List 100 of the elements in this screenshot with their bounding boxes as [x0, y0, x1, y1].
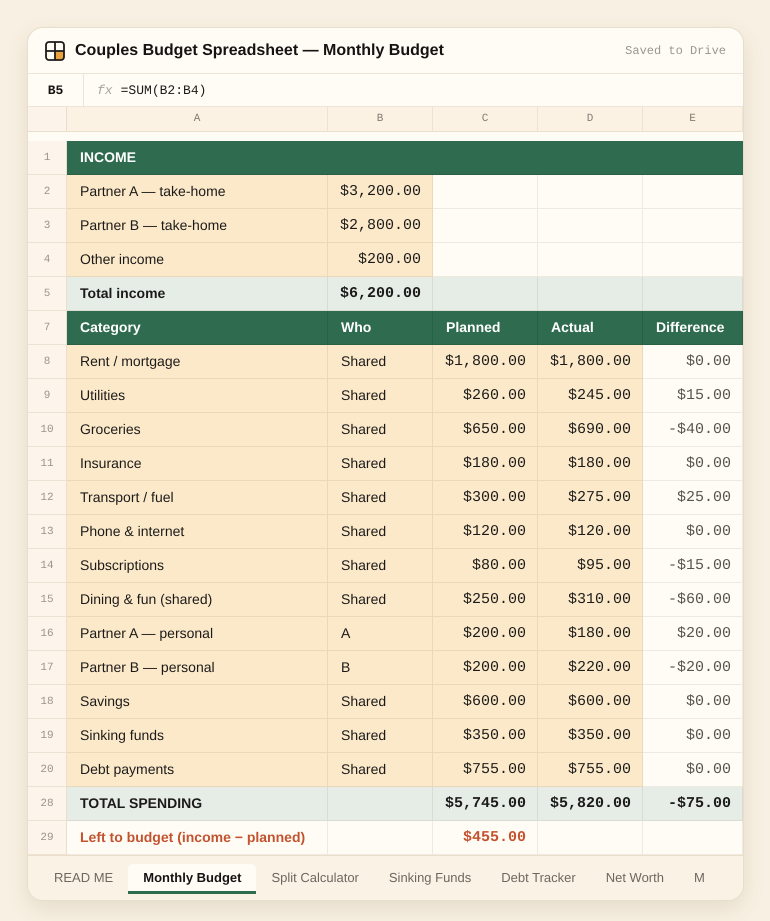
column-label: Planned — [433, 311, 538, 345]
row-number: 16 — [28, 617, 67, 651]
table-cell: $250.00 — [433, 583, 538, 617]
table-cell: Other income — [67, 243, 328, 277]
save-status: Saved to Drive — [625, 44, 726, 58]
row-number: 9 — [28, 379, 67, 413]
table-cell: Partner A — take-home — [67, 175, 328, 209]
table-cell: $200.00 — [328, 243, 433, 277]
table-cell: $200.00 — [433, 651, 538, 685]
column-letter[interactable]: D — [538, 107, 643, 132]
table-cell: $80.00 — [433, 549, 538, 583]
table-cell: $350.00 — [433, 719, 538, 753]
table-cell: Total income — [67, 277, 328, 311]
table-cell: $245.00 — [538, 379, 643, 413]
table-cell: $755.00 — [433, 753, 538, 787]
table-cell: -$75.00 — [643, 787, 743, 821]
table-cell: -$60.00 — [643, 583, 743, 617]
row-number: 8 — [28, 345, 67, 379]
table-cell: Subscriptions — [67, 549, 328, 583]
table-cell: Shared — [328, 549, 433, 583]
column-label: Who — [328, 311, 433, 345]
cell-reference[interactable]: B5 — [28, 74, 84, 106]
table-cell: Shared — [328, 719, 433, 753]
table-cell: $0.00 — [643, 685, 743, 719]
table-cell: $120.00 — [538, 515, 643, 549]
table-cell: $2,800.00 — [328, 209, 433, 243]
sheet-tab[interactable]: READ ME — [39, 864, 128, 894]
table-cell: $275.00 — [538, 481, 643, 515]
row-number: 10 — [28, 413, 67, 447]
table-cell: Insurance — [67, 447, 328, 481]
table-cell: $690.00 — [538, 413, 643, 447]
row-number: 13 — [28, 515, 67, 549]
spreadsheet-icon — [45, 40, 65, 60]
table-cell: $180.00 — [538, 617, 643, 651]
table-cell: $3,200.00 — [328, 175, 433, 209]
table-cell: $20.00 — [643, 617, 743, 651]
table-cell: Savings — [67, 685, 328, 719]
table-cell: $350.00 — [538, 719, 643, 753]
row-number: 18 — [28, 685, 67, 719]
row-number: 1 — [28, 141, 67, 175]
table-cell: Transport / fuel — [67, 481, 328, 515]
table-cell: TOTAL SPENDING — [67, 787, 328, 821]
table-cell: A — [328, 617, 433, 651]
column-letter[interactable]: C — [433, 107, 538, 132]
table-cell: $180.00 — [433, 447, 538, 481]
table-cell: $310.00 — [538, 583, 643, 617]
row-number: 5 — [28, 277, 67, 311]
column-label: Difference — [643, 311, 743, 345]
row-number: 4 — [28, 243, 67, 277]
sheet-tab[interactable]: Sinking Funds — [374, 864, 486, 894]
sheet-tab[interactable]: Net Worth — [590, 864, 679, 894]
table-cell: $0.00 — [643, 515, 743, 549]
table-cell: Partner B — take-home — [67, 209, 328, 243]
table-cell: Sinking funds — [67, 719, 328, 753]
table-cell: $95.00 — [538, 549, 643, 583]
table-cell: Utilities — [67, 379, 328, 413]
sheet-tab[interactable]: Monthly Budget — [128, 864, 256, 894]
table-cell: Partner A — personal — [67, 617, 328, 651]
row-number: 14 — [28, 549, 67, 583]
sheet-tab[interactable]: Split Calculator — [256, 864, 374, 894]
column-letter[interactable]: B — [328, 107, 433, 132]
row-number: 11 — [28, 447, 67, 481]
table-cell: $5,745.00 — [433, 787, 538, 821]
table-cell: $755.00 — [538, 753, 643, 787]
row-number: 29 — [28, 821, 67, 855]
sheet-tab[interactable]: Debt Tracker — [486, 864, 591, 894]
column-label: Actual — [538, 311, 643, 345]
row-number: 2 — [28, 175, 67, 209]
table-cell: $0.00 — [643, 447, 743, 481]
table-cell: Shared — [328, 447, 433, 481]
table-cell: $0.00 — [643, 345, 743, 379]
column-label: Category — [67, 311, 328, 345]
table-cell: $1,800.00 — [433, 345, 538, 379]
table-cell: Shared — [328, 515, 433, 549]
table-cell: $25.00 — [643, 481, 743, 515]
table-cell: Debt payments — [67, 753, 328, 787]
table-cell: $1,800.00 — [538, 345, 643, 379]
section-header: INCOME — [67, 141, 743, 175]
fx-label: fx — [97, 82, 113, 98]
table-cell: Shared — [328, 481, 433, 515]
table-cell: Phone & internet — [67, 515, 328, 549]
formula-text[interactable]: =SUM(B2:B4) — [120, 82, 206, 98]
window-title: Couples Budget Spreadsheet — Monthly Budget — [75, 42, 445, 60]
column-letter[interactable]: A — [67, 107, 328, 132]
row-number: 28 — [28, 787, 67, 821]
row-number: 17 — [28, 651, 67, 685]
row-number: 3 — [28, 209, 67, 243]
table-cell: $600.00 — [538, 685, 643, 719]
table-cell: -$15.00 — [643, 549, 743, 583]
row-number: 15 — [28, 583, 67, 617]
table-cell: $455.00 — [433, 821, 538, 855]
column-letter[interactable]: E — [643, 107, 743, 132]
table-cell: Shared — [328, 379, 433, 413]
table-cell: $0.00 — [643, 753, 743, 787]
sheet-tab[interactable]: M — [678, 864, 720, 894]
table-cell: $650.00 — [433, 413, 538, 447]
table-cell: Shared — [328, 583, 433, 617]
table-cell: $0.00 — [643, 719, 743, 753]
table-cell: $200.00 — [433, 617, 538, 651]
table-cell: Left to budget (income − planned) — [67, 821, 328, 855]
